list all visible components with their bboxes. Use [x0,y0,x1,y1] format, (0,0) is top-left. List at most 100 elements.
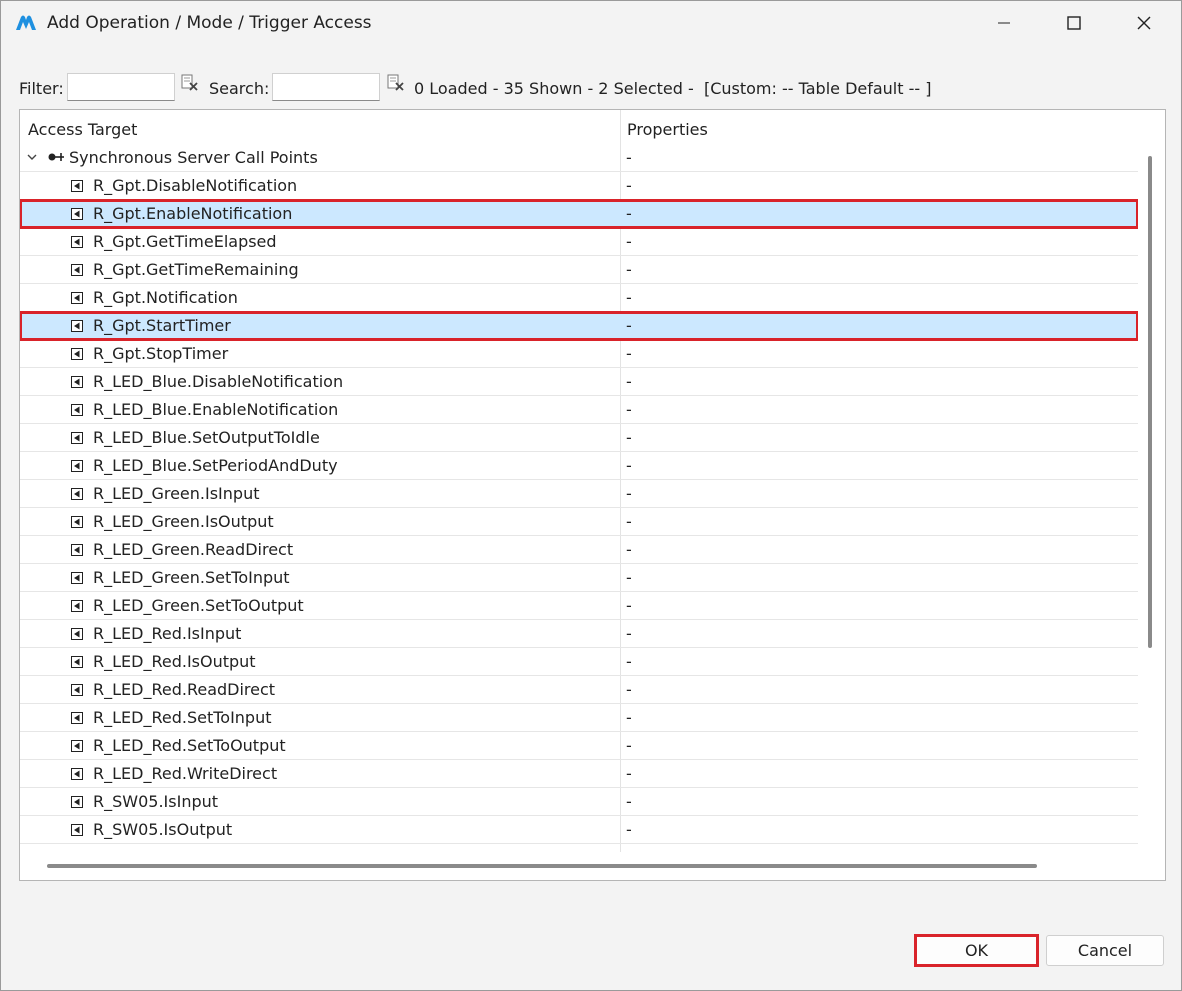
access-target-name: R_LED_Blue.SetOutputToIdle [93,428,320,447]
table-row[interactable]: R_LED_Green.IsInput - [20,480,1138,508]
access-target-name: R_LED_Green.ReadDirect [93,540,294,559]
app-logo-icon [16,15,36,30]
search-input[interactable] [272,73,380,101]
table-row[interactable]: R_LED_Red.SetToInput - [20,704,1138,732]
group-label: Synchronous Server Call Points [69,148,318,167]
access-target-name: R_Gpt.EnableNotification [93,204,293,223]
column-header-access-target[interactable]: Access Target [28,120,137,139]
table-row[interactable]: R_Gpt.DisableNotification - [20,172,1138,200]
operation-leaf-icon [71,236,83,248]
access-target-property: - [626,204,632,223]
access-target-property: - [626,372,632,391]
access-target-property: - [626,344,632,363]
operation-leaf-icon [71,516,83,528]
access-target-property: - [626,316,632,335]
table-row[interactable]: R_LED_Blue.SetPeriodAndDuty - [20,452,1138,480]
table-row[interactable]: R_Gpt.EnableNotification - [20,199,1139,229]
vertical-scroll-thumb[interactable] [1148,156,1152,648]
access-target-name: R_LED_Green.IsOutput [93,512,274,531]
operation-leaf-icon [71,376,83,388]
operation-leaf-icon [71,460,83,472]
table-row[interactable]: R_Gpt.StartTimer - [20,311,1139,341]
access-target-name: R_Gpt.DisableNotification [93,176,298,195]
table-row[interactable]: R_Gpt.GetTimeElapsed - [20,228,1138,256]
operation-leaf-icon [71,404,83,416]
operation-leaf-icon [71,768,83,780]
access-target-name: R_SW05.IsInput [93,792,219,811]
table-row[interactable]: R_LED_Red.IsOutput - [20,648,1138,676]
table-row[interactable]: R_LED_Green.SetToOutput - [20,592,1138,620]
group-property: - [626,148,632,167]
operation-leaf-icon [71,292,83,304]
operation-leaf-icon [71,824,83,836]
title-bar[interactable]: Add Operation / Mode / Trigger Access [1,1,1181,45]
clear-filter-icon[interactable] [181,74,199,92]
table-header: Access Target Properties [20,110,1138,144]
table-row[interactable]: R_LED_Green.SetToInput - [20,564,1138,592]
search-label: Search: [209,79,270,98]
access-target-table[interactable]: Access Target Properties Synchronous Ser… [19,109,1166,881]
access-target-property: - [626,680,632,699]
ok-button[interactable]: OK [914,934,1039,967]
operation-leaf-icon [71,656,83,668]
operation-leaf-icon [71,180,83,192]
table-row[interactable]: R_SW05.IsInput - [20,788,1138,816]
clear-search-icon[interactable] [387,74,405,92]
table-row[interactable]: R_LED_Green.ReadDirect - [20,536,1138,564]
minimize-button[interactable] [969,1,1039,45]
table-row[interactable]: R_LED_Blue.DisableNotification - [20,368,1138,396]
access-target-name: R_LED_Red.ReadDirect [93,680,276,699]
table-row[interactable]: R_SW05.IsOutput - [20,816,1138,844]
operation-leaf-icon [71,488,83,500]
chevron-down-icon[interactable] [26,151,38,163]
table-row[interactable]: R_Gpt.StopTimer - [20,340,1138,368]
operation-leaf-icon [71,320,83,332]
operation-leaf-icon [71,208,83,220]
access-target-name: R_LED_Green.SetToInput [93,568,290,587]
close-button[interactable] [1109,1,1179,45]
access-target-property: - [626,708,632,727]
access-target-name: R_LED_Red.SetToOutput [93,736,286,755]
maximize-button[interactable] [1039,1,1109,45]
horizontal-scrollbar[interactable] [20,852,1164,880]
table-row[interactable]: R_Gpt.GetTimeRemaining - [20,256,1138,284]
table-row[interactable]: R_LED_Red.IsInput - [20,620,1138,648]
table-row[interactable]: R_LED_Red.WriteDirect - [20,760,1138,788]
access-target-property: - [626,540,632,559]
operation-leaf-icon [71,544,83,556]
access-target-name: R_Gpt.GetTimeRemaining [93,260,299,279]
group-row[interactable]: Synchronous Server Call Points - [20,144,1138,172]
access-target-property: - [626,428,632,447]
filter-input[interactable] [67,73,175,101]
status-text: 0 Loaded - 35 Shown - 2 Selected - [Cust… [414,79,932,98]
access-target-name: R_LED_Blue.EnableNotification [93,400,339,419]
cancel-button[interactable]: Cancel [1046,935,1164,966]
table-row[interactable]: R_LED_Blue.SetOutputToIdle - [20,424,1138,452]
access-target-property: - [626,288,632,307]
filter-bar: Filter: Search: 0 Loaded - 35 Shown - 2 … [1,71,1181,105]
access-target-property: - [626,820,632,839]
column-header-properties[interactable]: Properties [627,120,708,139]
access-target-property: - [626,568,632,587]
window-title: Add Operation / Mode / Trigger Access [47,13,372,33]
server-call-group-icon [48,153,64,161]
access-target-name: R_LED_Blue.DisableNotification [93,372,344,391]
table-row[interactable]: R_LED_Green.IsOutput - [20,508,1138,536]
access-target-name: R_LED_Green.IsInput [93,484,260,503]
access-target-name: R_LED_Red.IsInput [93,624,242,643]
table-row[interactable]: R_LED_Red.SetToOutput - [20,732,1138,760]
horizontal-scroll-thumb[interactable] [47,864,1037,868]
table-row[interactable]: R_LED_Blue.EnableNotification - [20,396,1138,424]
operation-leaf-icon [71,264,83,276]
minimize-icon [998,22,1010,24]
access-target-property: - [626,232,632,251]
table-row[interactable]: R_LED_Red.ReadDirect - [20,676,1138,704]
access-target-name: R_LED_Red.IsOutput [93,652,256,671]
access-target-name: R_LED_Red.WriteDirect [93,764,278,783]
operation-leaf-icon [71,600,83,612]
operation-leaf-icon [71,628,83,640]
table-row[interactable]: R_Gpt.Notification - [20,284,1138,312]
access-target-name: R_Gpt.Notification [93,288,238,307]
vertical-scrollbar[interactable] [1138,110,1164,852]
maximize-icon [1067,16,1081,30]
